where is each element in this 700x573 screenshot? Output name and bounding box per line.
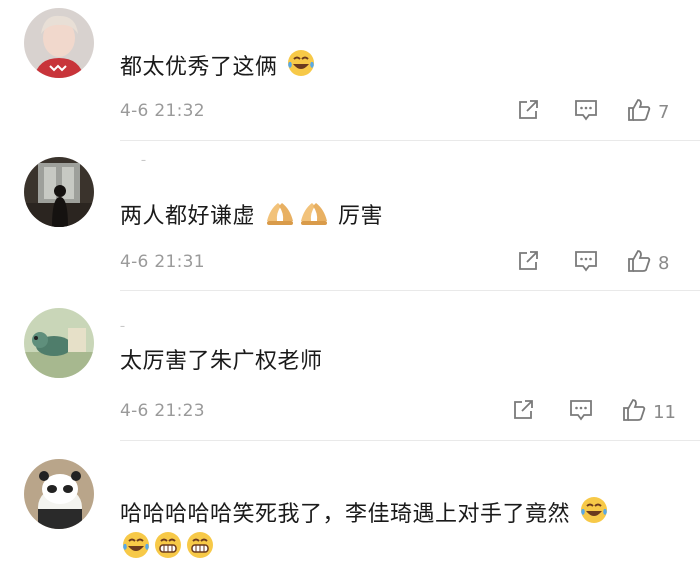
- decoration-mark: –: [120, 321, 125, 332]
- like-count: 11: [653, 401, 676, 423]
- comment-text: 两人都好谦虚 厉害: [120, 197, 383, 237]
- grinning-emoji: [185, 530, 215, 570]
- share-icon: [516, 249, 540, 277]
- comment-text-part: 哈哈哈哈哈笑死我了，李佳琦遇上对手了竟然: [120, 502, 571, 527]
- comment-reply-button[interactable]: [572, 97, 600, 127]
- comment-emoji-line: [120, 530, 216, 570]
- comment-item-3: – 太厉害了朱广权老师 4-6 21:23 11: [0, 291, 700, 441]
- comment-reply-button[interactable]: [572, 248, 600, 278]
- comment-item-4: 哈哈哈哈哈笑死我了，李佳琦遇上对手了竟然: [0, 441, 700, 573]
- share-icon: [511, 398, 535, 426]
- like-count: 7: [658, 101, 670, 123]
- comment-actions: 11: [509, 397, 676, 427]
- thumbs-up-icon: [626, 97, 652, 127]
- avatar[interactable]: [24, 459, 94, 529]
- avatar[interactable]: [24, 157, 94, 227]
- comment-text-part: 厉害: [338, 204, 384, 229]
- comment-time: 4-6 21:32: [120, 101, 205, 121]
- comment-item-1: 都太优秀了这俩 4-6 21:32 7: [0, 0, 700, 141]
- clasped-hands-emoji: [264, 197, 296, 237]
- laughing-tears-emoji: [121, 530, 151, 570]
- like-count: 8: [658, 252, 670, 274]
- comment-text: 都太优秀了这俩: [120, 48, 317, 88]
- laughing-tears-emoji: [579, 495, 609, 535]
- grinning-emoji: [153, 530, 183, 570]
- comment-text: 哈哈哈哈哈笑死我了，李佳琦遇上对手了竟然: [120, 495, 610, 535]
- comment-item-2: – 两人都好谦虚 厉害 4-6 21:31 8: [0, 141, 700, 291]
- share-button[interactable]: [514, 248, 542, 278]
- like-button[interactable]: 8: [626, 248, 676, 278]
- share-button[interactable]: [514, 97, 542, 127]
- like-button[interactable]: 11: [621, 397, 676, 427]
- comment-icon: [573, 98, 599, 126]
- comment-reply-button[interactable]: [567, 397, 595, 427]
- clasped-hands-emoji: [298, 197, 330, 237]
- comment-icon: [573, 249, 599, 277]
- avatar[interactable]: [24, 308, 94, 378]
- share-button[interactable]: [509, 397, 537, 427]
- comment-time: 4-6 21:31: [120, 252, 205, 272]
- comment-text-part: 太厉害了朱广权老师: [120, 349, 323, 374]
- comment-text-part: 都太优秀了这俩: [120, 55, 278, 80]
- comment-text: 太厉害了朱广权老师: [120, 346, 323, 378]
- comment-text-part: 两人都好谦虚: [120, 204, 256, 229]
- comment-icon: [568, 398, 594, 426]
- avatar[interactable]: [24, 8, 94, 78]
- thumbs-up-icon: [621, 397, 647, 427]
- share-icon: [516, 98, 540, 126]
- laughing-tears-emoji: [286, 48, 316, 88]
- like-button[interactable]: 7: [626, 97, 676, 127]
- comment-actions: 7: [514, 97, 676, 127]
- comment-time: 4-6 21:23: [120, 401, 205, 421]
- comment-actions: 8: [514, 248, 676, 278]
- thumbs-up-icon: [626, 248, 652, 278]
- decoration-mark: –: [141, 155, 146, 166]
